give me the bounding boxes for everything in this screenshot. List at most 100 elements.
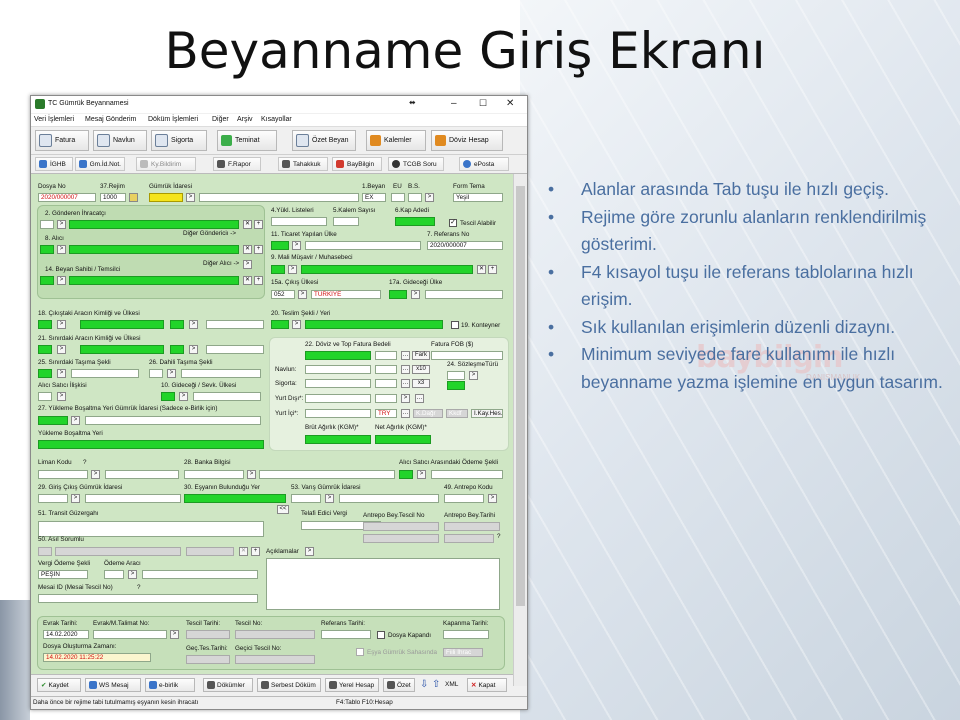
antrepo-kodu-field[interactable]: [444, 494, 484, 503]
gonderen-clear-icon[interactable]: ✕: [243, 220, 252, 229]
beyan-sahibi-clear-icon[interactable]: ✕: [243, 276, 252, 285]
asil-sorumlu-extra[interactable]: [186, 547, 234, 556]
eu-field[interactable]: [391, 193, 405, 202]
sigorta-button[interactable]: …: [401, 379, 410, 388]
rejim-lookup-icon[interactable]: [129, 193, 138, 202]
eposta-button[interactable]: ePosta: [459, 157, 509, 171]
cikistaki-arac-kimlik[interactable]: [80, 320, 164, 329]
vergi-odeme-select[interactable]: PEŞİN: [38, 570, 88, 579]
gm-id-not-button[interactable]: Gm.İd.Not.: [75, 157, 125, 171]
beyan-sahibi-button[interactable]: >: [57, 276, 66, 285]
menu-dokum-islemleri[interactable]: Döküm İşlemleri: [148, 116, 198, 123]
beyan1-field[interactable]: EX: [362, 193, 386, 202]
banka-code[interactable]: [184, 470, 244, 479]
minimize-button[interactable]: –: [451, 98, 457, 109]
aciklamalar-button[interactable]: >: [305, 547, 314, 556]
cikistaki-ulke-button[interactable]: >: [189, 320, 198, 329]
mali-musavir-clear-icon[interactable]: ✕: [477, 265, 486, 274]
beyan-sahibi-code[interactable]: [40, 276, 54, 285]
sozlesme-turu-code[interactable]: [447, 371, 465, 380]
konteyner-checkbox[interactable]: [451, 321, 459, 329]
esya-gumruk-checkbox[interactable]: [356, 648, 364, 656]
mali-musavir-name[interactable]: [301, 265, 473, 274]
esya-yer-back-button[interactable]: <<: [277, 505, 289, 514]
menu-diger[interactable]: Diğer: [212, 116, 229, 123]
alici-satici-code[interactable]: [38, 392, 52, 401]
alici-clear-icon[interactable]: ✕: [243, 245, 252, 254]
teslim-sekli-button[interactable]: >: [292, 320, 301, 329]
menu-veri-islemleri[interactable]: Veri İşlemleri: [34, 116, 74, 123]
ighb-button[interactable]: İGHB: [35, 157, 73, 171]
yurt-ici-doviz-field[interactable]: TRY: [375, 409, 397, 418]
banka-name[interactable]: [259, 470, 395, 479]
beyan-sahibi-add-icon[interactable]: +: [254, 276, 263, 285]
menu-arsiv[interactable]: Arşiv: [237, 116, 253, 123]
bs-field[interactable]: [408, 193, 422, 202]
gumruk-idaresi-name[interactable]: [199, 193, 359, 202]
yukleme-idare-name[interactable]: [85, 416, 261, 425]
close-button[interactable]: ✕: [506, 98, 514, 109]
yerel-hesap-button[interactable]: Yerel Hesap: [325, 678, 379, 692]
yurt-ici-button[interactable]: …: [401, 409, 410, 418]
yurt-disi-more-button[interactable]: …: [415, 394, 424, 403]
odeme-araci-code[interactable]: [104, 570, 124, 579]
aciklamalar-textarea[interactable]: [266, 558, 500, 610]
f-rapor-button[interactable]: F.Rapor: [213, 157, 261, 171]
referans-tarihi-field[interactable]: [321, 630, 371, 639]
sigorta-button[interactable]: Sigorta: [151, 130, 207, 151]
varis-idare-name[interactable]: [339, 494, 439, 503]
mesai-id-field[interactable]: [38, 594, 258, 603]
dahili-tasima-button[interactable]: >: [167, 369, 176, 378]
dokumler-button[interactable]: Dökümler: [203, 678, 253, 692]
fiili-ihrac-button[interactable]: Fiili İhrac: [443, 648, 483, 657]
alici-add-icon[interactable]: +: [254, 245, 263, 254]
kalemler-button[interactable]: Kalemler: [366, 130, 426, 151]
yurt-ici-field[interactable]: [305, 409, 371, 418]
ozet-beyan-button[interactable]: Özet Beyan: [292, 130, 356, 151]
doviz-button[interactable]: …: [401, 351, 410, 360]
doviz-kod-field[interactable]: [375, 351, 397, 360]
antrepo-tarih-field[interactable]: [444, 522, 500, 531]
gidecegi-ulke-name[interactable]: [425, 290, 503, 299]
fatura-button[interactable]: Fatura: [35, 130, 89, 151]
kapanma-tarihi-field[interactable]: [443, 630, 489, 639]
brut-agirlik-field[interactable]: [305, 435, 371, 444]
mali-musavir-button[interactable]: >: [288, 265, 297, 274]
sigorta-doviz-field[interactable]: [375, 379, 397, 388]
ikayhes-button[interactable]: I.Kay.Hes.: [471, 409, 503, 418]
sinirdaki-arac-button[interactable]: >: [57, 345, 66, 354]
kaydet-button[interactable]: ✔ Kaydet: [37, 678, 81, 692]
kkdf-button[interactable]: Kkdf: [446, 409, 468, 418]
ticaret-ulke-button[interactable]: >: [292, 241, 301, 250]
alici-code[interactable]: [40, 245, 54, 254]
cikistaki-arac-type[interactable]: [38, 320, 52, 329]
odeme-sekli-button[interactable]: >: [417, 470, 426, 479]
dosya-kapandi-checkbox[interactable]: [377, 631, 385, 639]
sinirdaki-ulke-button[interactable]: >: [189, 345, 198, 354]
sinirdaki-arac-ulke[interactable]: [170, 345, 184, 354]
asil-sorumlu-code[interactable]: [38, 547, 52, 556]
banka-button[interactable]: >: [247, 470, 256, 479]
serbest-dokum-button[interactable]: Serbest Döküm: [257, 678, 321, 692]
gidecegi-ulke-button[interactable]: >: [411, 290, 420, 299]
cikistaki-ulke-name[interactable]: [206, 320, 264, 329]
yurt-disi-field[interactable]: [305, 394, 371, 403]
beyan-sahibi-name[interactable]: [69, 276, 239, 285]
liman-kodu-help[interactable]: ?: [83, 459, 87, 466]
form-tema-select[interactable]: Yeşil: [453, 193, 503, 202]
yukleme-idare-code[interactable]: [38, 416, 68, 425]
liman-adi-field[interactable]: [105, 470, 179, 479]
asil-sorumlu-name[interactable]: [55, 547, 181, 556]
antrepo-tescil-field-2[interactable]: [363, 534, 439, 543]
sinir-tasima-code[interactable]: [38, 369, 52, 378]
asil-sorumlu-add-icon[interactable]: +: [251, 547, 260, 556]
dosya-no-field[interactable]: 2020/000007: [38, 193, 96, 202]
dahili-tasima-code[interactable]: [149, 369, 163, 378]
evrak-tarihi-field[interactable]: 14.02.2020: [43, 630, 89, 639]
sigorta-x3-button[interactable]: x3: [412, 379, 430, 388]
cikistaki-arac-ulke[interactable]: [170, 320, 184, 329]
scrollbar-thumb[interactable]: [516, 186, 525, 606]
yukleme-yeri-field[interactable]: [38, 440, 264, 449]
navlun-doviz-field[interactable]: [375, 365, 397, 374]
menu-mesaj-gonderim[interactable]: Mesaj Gönderim: [85, 116, 136, 123]
